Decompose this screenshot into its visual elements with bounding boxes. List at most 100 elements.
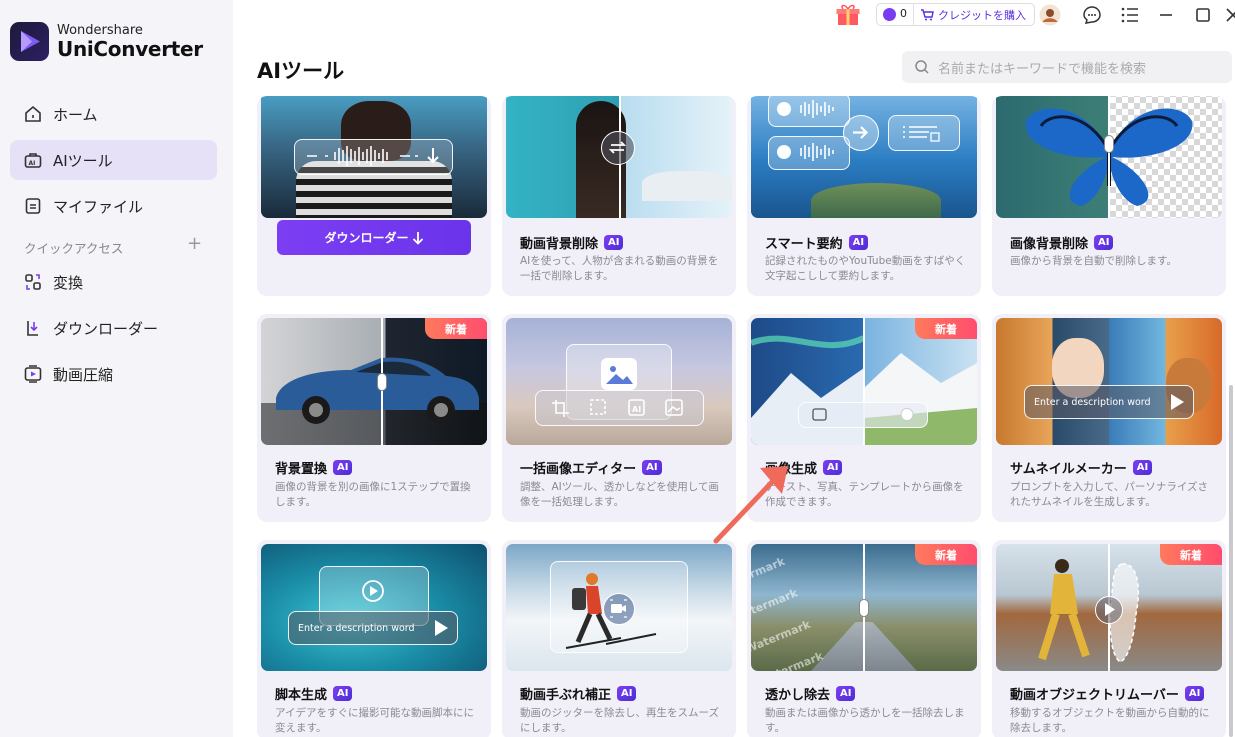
prompt-text: Enter a description word — [1034, 396, 1151, 408]
gift-icon[interactable] — [835, 3, 861, 31]
card-watermark-remover[interactable]: Watermark Watermark Watermark Watermark … — [747, 540, 981, 737]
card-video-bg-remover[interactable]: 動画背景削除 AI AIを使って、人物が含まれる動画の背景を一括で削除します。 — [502, 96, 736, 296]
image-bg-remover-thumbnail — [996, 96, 1222, 218]
description-prompt-box: Enter a description word — [1024, 385, 1194, 419]
card-title-text: 動画背景削除 — [520, 237, 599, 252]
card-title: 透かし除去 AI — [765, 684, 856, 703]
card-description: 移動するオブジェクトを動画から自動的に除去します。 — [1010, 707, 1210, 734]
app-logo: Wondershare UniConverter — [10, 22, 203, 61]
cart-icon — [921, 8, 934, 20]
buy-credits-button[interactable]: クレジットを購入 — [914, 7, 1034, 23]
card-description: テキスト、写真、テンプレートから画像を作成できます。 — [765, 481, 964, 508]
ai-badge: AI — [1184, 686, 1205, 701]
uniconverter-logo-icon — [10, 22, 49, 61]
sidebar-item-home[interactable]: ホーム — [10, 94, 217, 134]
edit-toolbar: AI — [535, 390, 704, 426]
convert-icon — [22, 271, 44, 293]
stabilize-camera-icon — [603, 593, 635, 625]
card-title: サムネイルメーカー AI — [1010, 458, 1153, 477]
credit-box: 0 クレジットを購入 — [876, 3, 1035, 26]
card-script-generator[interactable]: Enter a description word 脚本生成 AI アイデアをすぐ… — [257, 540, 491, 737]
sidebar-item-ai-tools[interactable]: AI AIツール — [10, 140, 217, 180]
prompt-bar — [798, 402, 928, 428]
sidebar-item-label: 動画圧縮 — [53, 365, 114, 384]
card-title: 動画背景削除 AI — [520, 233, 624, 252]
card-thumbnail-maker[interactable]: Enter a description word サムネイルメーカー AI プロ… — [992, 314, 1226, 522]
card-description: 記録されたものやYouTube動画をすばやく文字起こしして要約します。 — [765, 255, 966, 282]
file-icon — [22, 195, 44, 217]
download-icon — [22, 317, 44, 339]
add-quick-access-button[interactable]: + — [187, 233, 202, 254]
card-title-text: 画像背景削除 — [1010, 237, 1089, 252]
ai-badge: AI — [823, 460, 843, 475]
ai-badge: AI — [1094, 235, 1114, 250]
downloader-button-label: ダウンローダー — [324, 231, 409, 245]
script-gen-thumbnail: Enter a description word — [261, 544, 487, 671]
close-icon[interactable] — [1221, 4, 1235, 26]
prompt-text: Enter a description word — [298, 622, 415, 634]
quick-access-label: クイックアクセス — [24, 241, 124, 256]
card-title: 動画手ぶれ補正 AI — [520, 684, 637, 703]
account-icon[interactable] — [1039, 4, 1061, 26]
sidebar-item-compress[interactable]: 動画圧縮 — [10, 354, 217, 394]
card-image-bg-remover[interactable]: 画像背景削除 AI 画像から背景を自動で削除します。 — [992, 96, 1226, 296]
brand-main: UniConverter — [57, 36, 203, 61]
card-smart-summary[interactable]: スマート要約 AI 記録されたものやYouTube動画をすばやく文字起こしして要… — [747, 96, 981, 296]
swap-icon — [601, 131, 635, 165]
search-icon — [915, 60, 929, 74]
sidebar-item-label: ホーム — [53, 105, 98, 124]
card-title: 画像背景削除 AI — [1010, 233, 1114, 252]
credit-coin-icon — [883, 8, 896, 21]
card-title-text: サムネイルメーカー — [1010, 462, 1127, 477]
card-description: 調整、AIツール、透かしなどを使用して画像を一括処理します。 — [520, 481, 719, 508]
downloader-button[interactable]: ダウンローダー — [277, 220, 471, 255]
ai-badge: AI — [1132, 460, 1153, 475]
card-batch-image-editor[interactable]: AI 一括画像エディター AI 調整、AIツール、透かしなどを使用して画像を一括… — [502, 314, 736, 522]
card-image-generation[interactable]: 新着 画像生成 AI テキスト、写真、テンプレートから画像を作成できます。 — [747, 314, 981, 522]
card-title: 脚本生成 AI — [275, 684, 353, 703]
card-downloader[interactable]: ダウンローダー — [257, 96, 491, 296]
sidebar-item-label: マイファイル — [53, 197, 144, 216]
sidebar: Wondershare UniConverter ホーム AI AIツール マイ… — [0, 0, 233, 737]
sidebar-item-convert[interactable]: 変換 — [10, 262, 217, 302]
arrow-down-icon — [412, 231, 423, 245]
card-video-stabilizer[interactable]: 動画手ぶれ補正 AI 動画のジッターを除去し、再生をスムーズにします。 — [502, 540, 736, 737]
audio-clip-icon — [768, 136, 850, 170]
new-badge: 新着 — [915, 318, 977, 339]
image-icon — [601, 358, 637, 390]
new-badge: 新着 — [915, 544, 977, 565]
play-icon — [1171, 394, 1184, 410]
crop-icon — [552, 400, 569, 417]
card-title-text: 背景置換 — [275, 462, 328, 477]
card-bg-replace[interactable]: 新着 背景置換 AI 画像の背景を別の画像に1ステップで置換します。 — [257, 314, 491, 522]
search-placeholder: 名前またはキーワードで機能を検索 — [938, 61, 1147, 77]
stabilizer-thumbnail — [506, 544, 732, 671]
ai-badge: AI — [333, 460, 353, 475]
minimize-icon[interactable] — [1155, 4, 1177, 26]
new-badge: 新着 — [1160, 544, 1222, 565]
card-description: 画像の背景を別の画像に1ステップで置換します。 — [275, 481, 471, 508]
maximize-icon[interactable] — [1192, 4, 1214, 26]
ai-badge: AI — [604, 235, 624, 250]
sidebar-item-my-files[interactable]: マイファイル — [10, 186, 217, 226]
search-input[interactable]: 名前またはキーワードで機能を検索 — [902, 51, 1232, 83]
menu-icon[interactable] — [1119, 4, 1141, 26]
card-title: 画像生成 AI — [765, 458, 843, 477]
scrollbar-thumb[interactable] — [1229, 385, 1233, 737]
home-icon — [22, 103, 44, 125]
ai-badge: AI — [848, 235, 869, 250]
thumbnail-maker-thumbnail: Enter a description word — [996, 318, 1222, 445]
summary-list-icon — [888, 115, 960, 151]
card-title-text: スマート要約 — [765, 237, 843, 252]
feedback-icon[interactable] — [1081, 4, 1103, 26]
sidebar-item-downloader[interactable]: ダウンローダー — [10, 308, 217, 348]
card-description: プロンプトを入力して、パーソナライズされたサムネイルを生成します。 — [1010, 481, 1209, 508]
smart-summary-thumbnail — [751, 96, 977, 218]
card-title: スマート要約 AI — [765, 233, 869, 252]
sidebar-item-label: 変換 — [53, 273, 84, 292]
card-title-text: 動画手ぶれ補正 — [520, 688, 612, 703]
play-icon — [1095, 596, 1123, 624]
waveform-icon — [294, 139, 453, 175]
ai-badge: AI — [617, 686, 637, 701]
card-video-object-remover[interactable]: 新着 動画オブジェクトリムーバー AI 移動するオブジェクトを動画から自動的に除… — [992, 540, 1226, 737]
